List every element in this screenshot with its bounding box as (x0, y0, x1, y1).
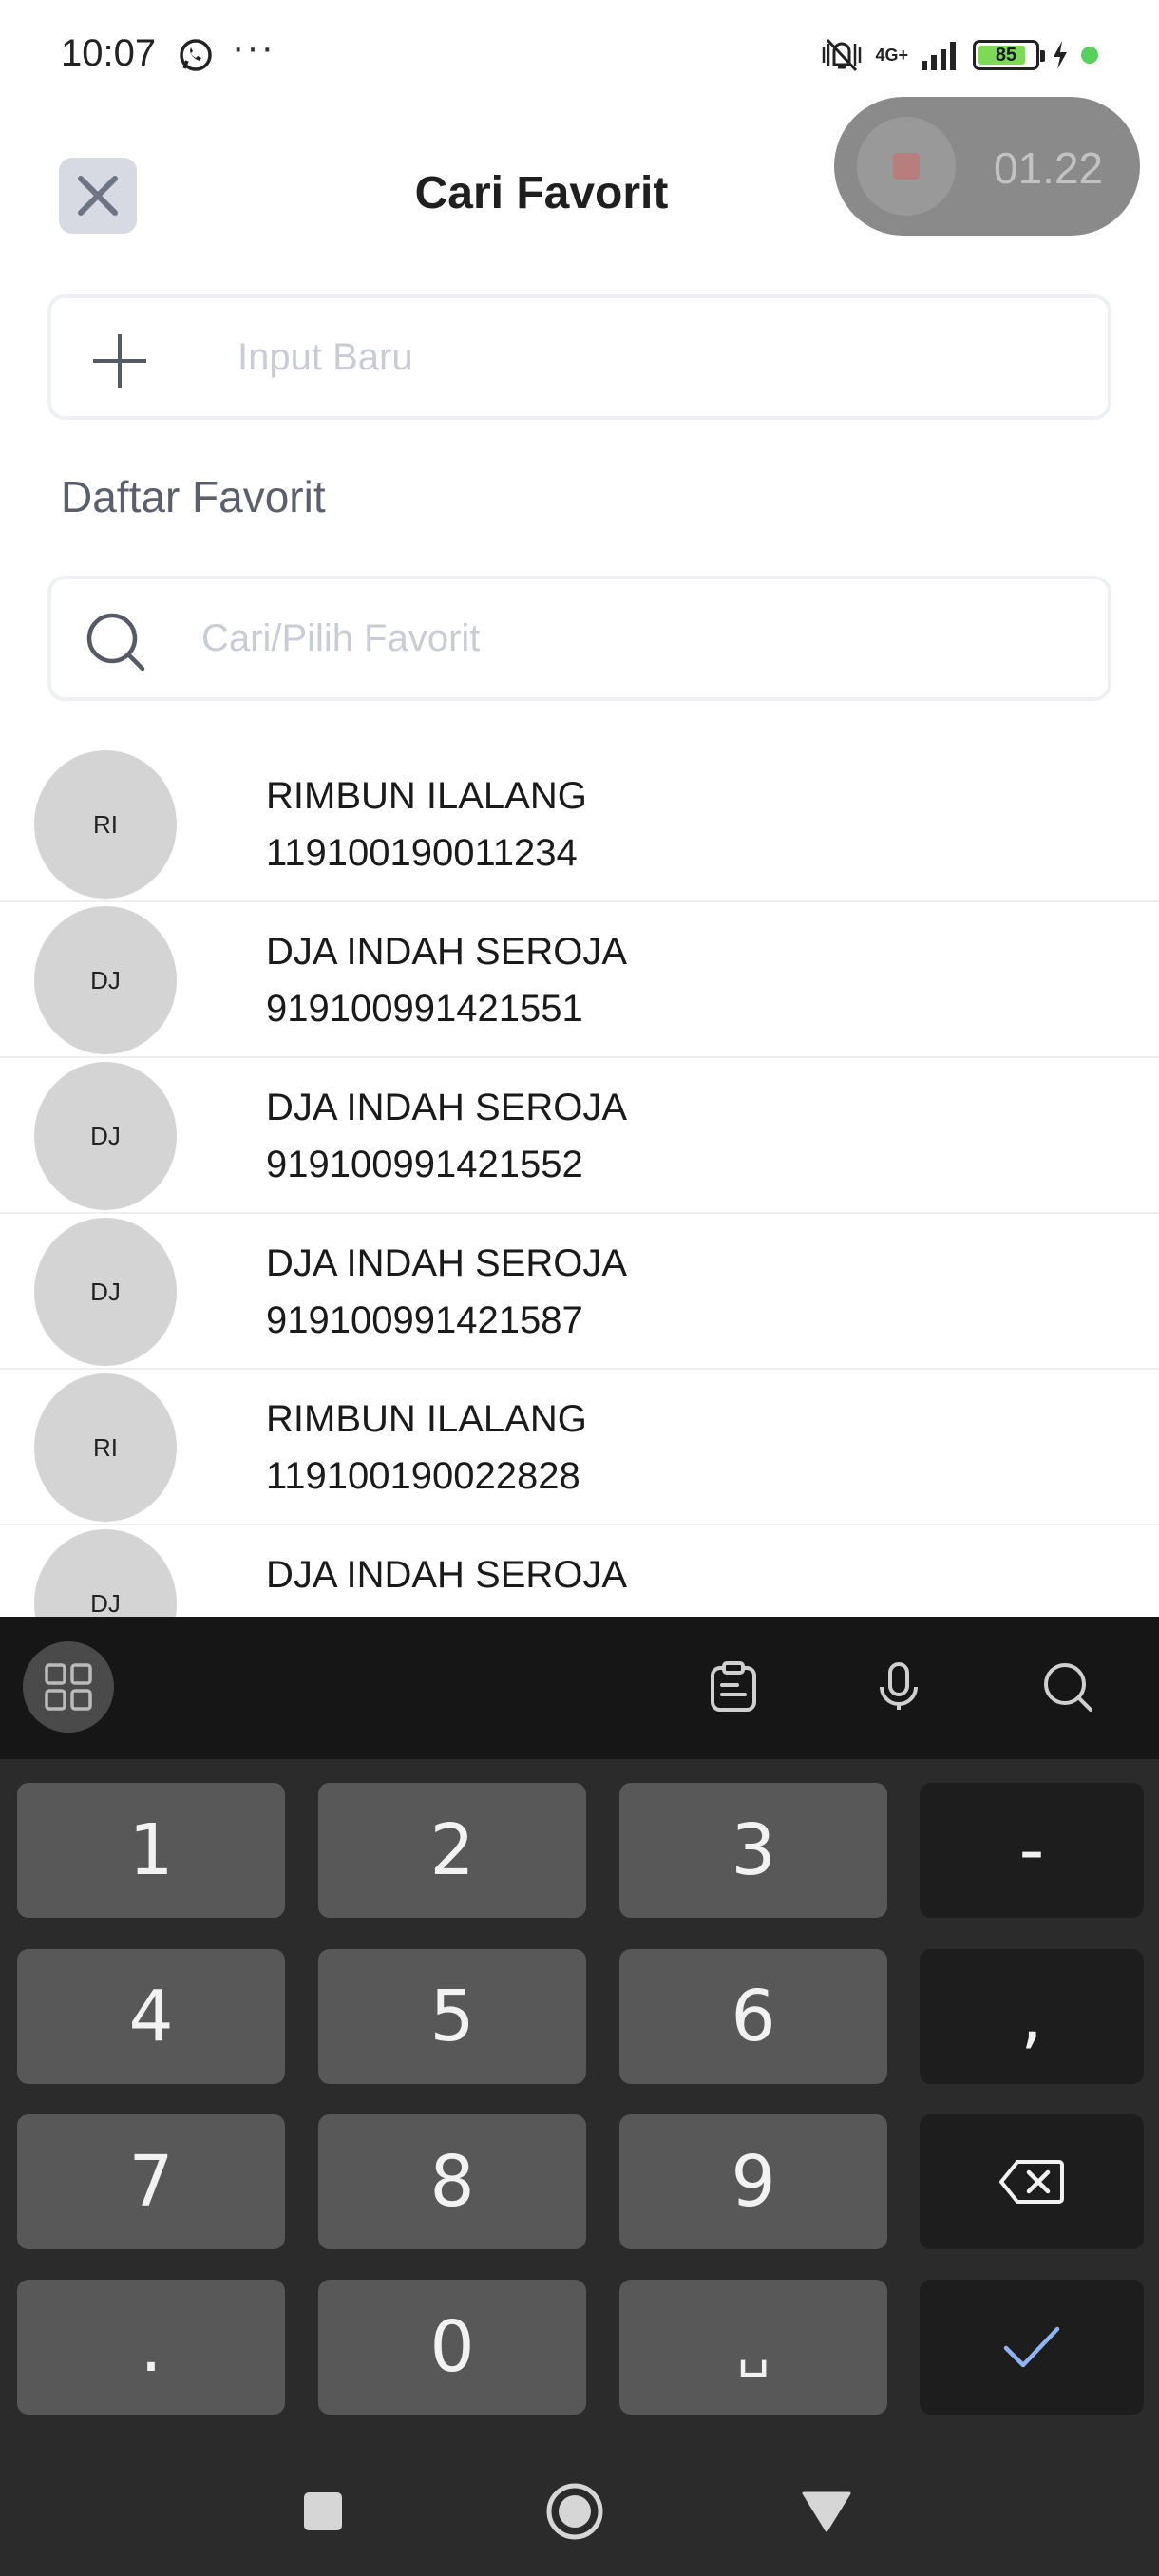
status-bar: 10:07 ··· 4G+ 85 (0, 0, 1159, 104)
home-button[interactable] (537, 2473, 613, 2549)
favorite-name: DJA INDAH SEROJA (266, 1242, 628, 1284)
signal-icon (922, 42, 956, 70)
battery-level: 85 (995, 44, 1017, 66)
more-notifications-icon: ··· (232, 27, 276, 68)
favorite-name: DJA INDAH SEROJA (266, 1087, 628, 1128)
page-title: Cari Favorit (414, 168, 669, 218)
list-item[interactable]: DJ DJA INDAH SEROJA 919100991421552 (0, 1058, 1159, 1214)
network-type: 4G+ (875, 46, 908, 65)
avatar: RI (34, 1373, 177, 1522)
keyboard-toolbar (0, 1617, 1159, 1759)
key-minus[interactable]: - (920, 1783, 1144, 1918)
avatar: RI (34, 750, 177, 899)
voice-input-button[interactable] (853, 1641, 944, 1733)
recent-apps-button[interactable] (285, 2473, 361, 2549)
avatar: DJ (34, 1062, 177, 1210)
backspace-icon (999, 2160, 1064, 2204)
avatar: DJ (34, 906, 177, 1054)
favorite-name: RIMBUN ILALANG (266, 1398, 587, 1440)
key-3[interactable]: 3 (619, 1783, 887, 1918)
checkmark-icon (1003, 2326, 1060, 2368)
key-1[interactable]: 1 (17, 1783, 285, 1918)
list-item[interactable]: DJ DJA INDAH SEROJA 919100991421551 (0, 902, 1159, 1058)
key-6[interactable]: 6 (619, 1949, 887, 2084)
new-input[interactable] (238, 298, 1074, 416)
favorite-account: 119100190022828 (266, 1455, 580, 1497)
backspace-key[interactable] (920, 2114, 1144, 2249)
new-input-field[interactable] (48, 294, 1112, 420)
search-input[interactable] (201, 579, 1056, 697)
status-time: 10:07 (61, 32, 157, 74)
system-navigation-bar (0, 2447, 1159, 2576)
list-item[interactable]: RI RIMBUN ILALANG 119100190011234 (0, 747, 1159, 902)
key-comma[interactable]: , (920, 1949, 1144, 2084)
key-2[interactable]: 2 (318, 1783, 586, 1918)
status-icons: 4G+ 85 (820, 34, 1098, 76)
list-item[interactable]: DJ DJA INDAH SEROJA 919100991421587 (0, 1214, 1159, 1370)
back-button[interactable] (788, 2473, 864, 2549)
key-8[interactable]: 8 (318, 2114, 586, 2249)
apps-grid-icon (45, 1663, 92, 1711)
battery-icon: 85 (973, 40, 1045, 70)
space-key[interactable]: ␣ (619, 2280, 887, 2415)
list-item[interactable]: DJ DJA INDAH SEROJA (0, 1525, 1159, 1617)
clipboard-button[interactable] (688, 1641, 779, 1733)
favorite-name: RIMBUN ILALANG (266, 775, 587, 817)
favorite-name: DJA INDAH SEROJA (266, 931, 628, 973)
numeric-keyboard: 1 2 3 - 4 5 6 , 7 8 9 . 0 ␣ (0, 1617, 1159, 2576)
apps-grid-button[interactable] (23, 1641, 114, 1733)
favorites-list[interactable]: RI RIMBUN ILALANG 119100190011234 DJ DJA… (0, 747, 1159, 1617)
favorite-account: 919100991421551 (266, 988, 583, 1030)
home-icon (546, 2483, 603, 2540)
back-icon (802, 2491, 851, 2532)
mute-icon (823, 38, 862, 72)
privacy-indicator-dot (1081, 47, 1098, 64)
list-item[interactable]: RI RIMBUN ILALANG 119100190022828 (0, 1370, 1159, 1525)
favorite-account: 919100991421587 (266, 1299, 583, 1341)
recent-apps-icon (304, 2492, 342, 2530)
charging-icon (1054, 41, 1067, 69)
whatsapp-icon (180, 39, 212, 71)
key-7[interactable]: 7 (17, 2114, 285, 2249)
search-icon (1044, 1663, 1092, 1712)
mic-icon (880, 1662, 918, 1710)
search-field[interactable] (48, 576, 1112, 701)
key-4[interactable]: 4 (17, 1949, 285, 2084)
key-dot[interactable]: . (17, 2280, 285, 2415)
favorite-name: DJA INDAH SEROJA (266, 1554, 628, 1596)
keyboard-search-button[interactable] (1022, 1641, 1113, 1733)
key-0[interactable]: 0 (318, 2280, 586, 2415)
key-9[interactable]: 9 (619, 2114, 887, 2249)
clipboard-icon (711, 1661, 756, 1712)
plus-icon (93, 334, 146, 388)
search-icon (86, 613, 145, 672)
avatar: DJ (34, 1529, 177, 1617)
enter-key[interactable] (920, 2280, 1144, 2415)
key-5[interactable]: 5 (318, 1949, 586, 2084)
favorite-account: 119100190011234 (266, 832, 578, 874)
favorite-account: 919100991421552 (266, 1144, 583, 1185)
avatar: DJ (34, 1218, 177, 1366)
section-title: Daftar Favorit (61, 472, 326, 521)
